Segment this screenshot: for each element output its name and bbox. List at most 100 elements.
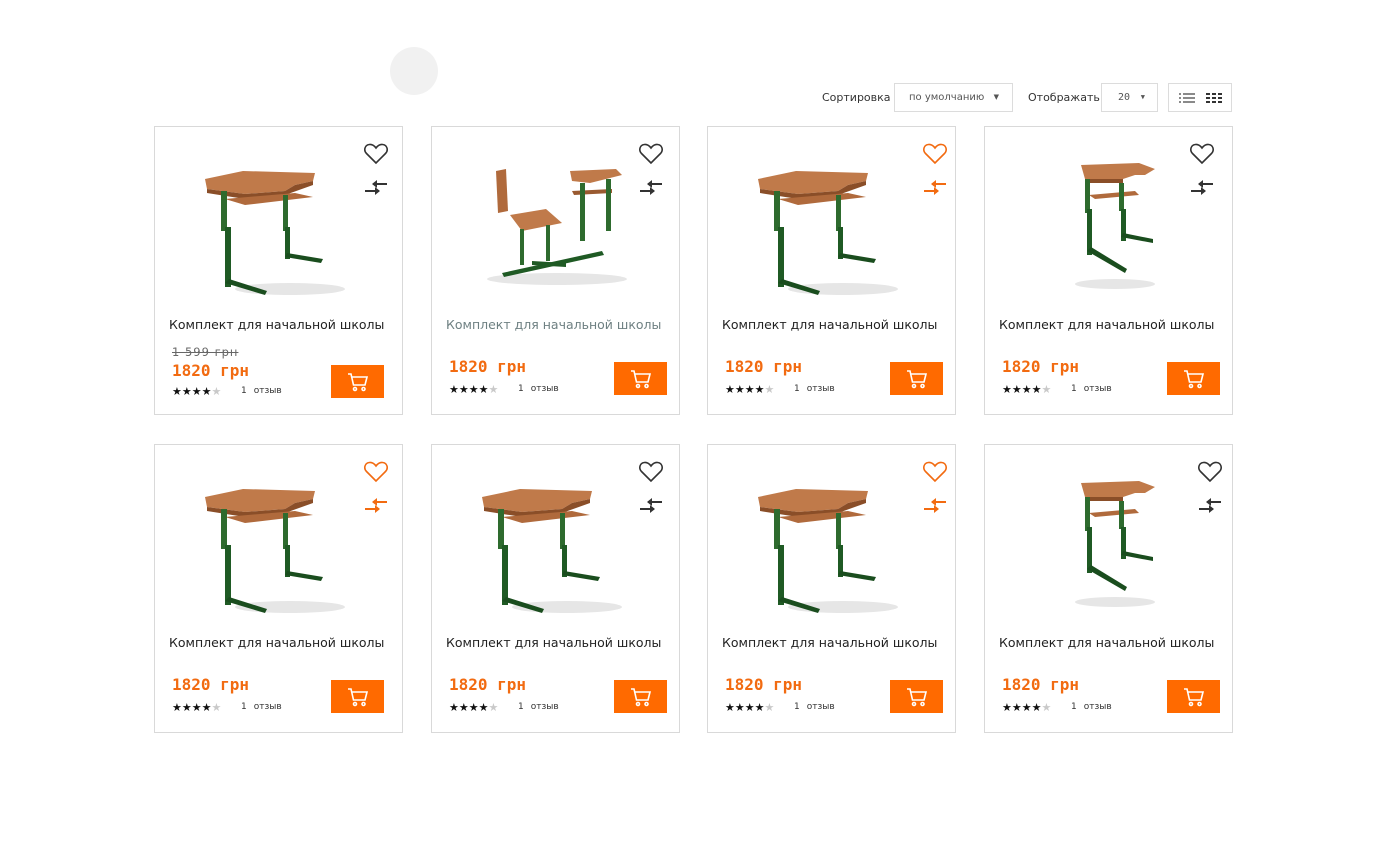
reviews-link[interactable]: 1 отзыв: [1071, 702, 1112, 712]
star-icon: ★: [172, 385, 182, 398]
star-icon: ★: [191, 385, 202, 398]
star-icon: ★: [764, 701, 775, 714]
reviews-label: отзыв: [806, 384, 835, 394]
sort-label: Сортировка: [822, 91, 891, 104]
star-icon: ★: [211, 385, 222, 398]
reviews-link[interactable]: 1 отзыв: [518, 384, 559, 394]
rating-stars: ★★★★★: [1002, 701, 1051, 714]
product-price: 1820 грн: [1002, 675, 1080, 694]
star-icon: ★: [1011, 383, 1022, 396]
product-title[interactable]: Комплект для начальной школы: [999, 317, 1214, 332]
reviews-link[interactable]: 1 отзыв: [241, 702, 282, 712]
heart-icon[interactable]: [363, 142, 389, 166]
product-image[interactable]: [185, 139, 365, 309]
rating-stars: ★★★★★: [449, 383, 498, 396]
add-to-cart-button[interactable]: [331, 365, 384, 398]
heart-icon[interactable]: [922, 142, 948, 166]
product-image[interactable]: [1015, 139, 1195, 309]
star-icon: ★: [1041, 383, 1052, 396]
product-title[interactable]: Комплект для начальной школы: [169, 635, 384, 650]
star-icon: ★: [744, 701, 755, 714]
compare-arrows-icon[interactable]: [922, 497, 948, 515]
product-price: 1820 грн: [725, 357, 803, 376]
product-card: Комплект для начальной школы 1820 грн ★★★★…: [707, 126, 956, 415]
add-to-cart-button[interactable]: [890, 362, 943, 395]
star-icon: ★: [478, 701, 489, 714]
add-to-cart-button[interactable]: [1167, 362, 1220, 395]
add-to-cart-button[interactable]: [331, 680, 384, 713]
grid-view-icon[interactable]: [1206, 93, 1222, 103]
reviews-link[interactable]: 1 отзыв: [794, 702, 835, 712]
product-image[interactable]: [462, 139, 642, 309]
star-icon: ★: [1031, 383, 1042, 396]
star-icon: ★: [754, 701, 765, 714]
cart-icon: [631, 370, 652, 389]
product-image[interactable]: [1015, 457, 1195, 627]
reviews-count: 1: [1071, 384, 1077, 394]
reviews-label: отзыв: [806, 702, 835, 712]
per-page-select[interactable]: 20 ▼: [1101, 83, 1158, 112]
compare-arrows-icon[interactable]: [1189, 179, 1215, 197]
heart-icon[interactable]: [638, 142, 664, 166]
product-image[interactable]: [738, 139, 918, 309]
heart-icon[interactable]: [363, 460, 389, 484]
add-to-cart-button[interactable]: [1167, 680, 1220, 713]
product-title[interactable]: Комплект для начальной школы: [722, 317, 937, 332]
star-icon: ★: [1021, 383, 1032, 396]
reviews-label: отзыв: [253, 386, 282, 396]
catalog-toolbar: Сортировка по умолчанию ▼ Отображать 20 …: [0, 83, 1400, 112]
add-to-cart-button[interactable]: [890, 680, 943, 713]
product-title[interactable]: Комплект для начальной школы: [169, 317, 384, 332]
product-title[interactable]: Комплект для начальной школы: [446, 635, 661, 650]
reviews-link[interactable]: 1 отзыв: [794, 384, 835, 394]
compare-arrows-icon[interactable]: [1197, 497, 1223, 515]
star-icon: ★: [725, 701, 735, 714]
sort-select[interactable]: по умолчанию ▼: [894, 83, 1013, 112]
star-icon: ★: [1002, 383, 1012, 396]
product-image[interactable]: [185, 457, 365, 627]
rating-stars: ★★★★★: [449, 701, 498, 714]
star-icon: ★: [1041, 701, 1052, 714]
star-icon: ★: [181, 385, 192, 398]
star-icon: ★: [754, 383, 765, 396]
rating-stars: ★★★★★: [1002, 383, 1051, 396]
per-page-select-value: 20: [1118, 92, 1131, 103]
list-view-icon[interactable]: [1179, 93, 1195, 103]
star-icon: ★: [1031, 701, 1042, 714]
reviews-link[interactable]: 1 отзыв: [1071, 384, 1112, 394]
star-icon: ★: [764, 383, 775, 396]
compare-arrows-icon[interactable]: [638, 497, 664, 515]
compare-arrows-icon[interactable]: [922, 179, 948, 197]
heart-icon[interactable]: [922, 460, 948, 484]
rating-stars: ★★★★★: [172, 385, 221, 398]
heart-icon[interactable]: [638, 460, 664, 484]
star-icon: ★: [734, 383, 745, 396]
compare-arrows-icon[interactable]: [363, 179, 389, 197]
cart-icon: [1184, 370, 1205, 389]
product-image[interactable]: [738, 457, 918, 627]
reviews-label: отзыв: [1083, 702, 1112, 712]
star-icon: ★: [458, 383, 469, 396]
star-icon: ★: [191, 701, 202, 714]
star-icon: ★: [744, 383, 755, 396]
add-to-cart-button[interactable]: [614, 362, 667, 395]
product-price: 1820 грн: [449, 357, 527, 376]
add-to-cart-button[interactable]: [614, 680, 667, 713]
compare-arrows-icon[interactable]: [638, 179, 664, 197]
star-icon: ★: [734, 701, 745, 714]
heart-icon[interactable]: [1189, 142, 1215, 166]
product-title[interactable]: Комплект для начальной школы: [999, 635, 1214, 650]
reviews-link[interactable]: 1 отзыв: [241, 386, 282, 396]
product-card: Комплект для начальной школы 1820 грн ★★★★…: [431, 126, 680, 415]
compare-arrows-icon[interactable]: [363, 497, 389, 515]
product-image[interactable]: [462, 457, 642, 627]
star-icon: ★: [488, 701, 499, 714]
rating-stars: ★★★★★: [725, 383, 774, 396]
reviews-link[interactable]: 1 отзыв: [518, 702, 559, 712]
view-toggle: [1168, 83, 1232, 112]
product-title[interactable]: Комплект для начальной школы: [446, 317, 661, 332]
reviews-count: 1: [241, 702, 247, 712]
heart-icon[interactable]: [1197, 460, 1223, 484]
product-title[interactable]: Комплект для начальной школы: [722, 635, 937, 650]
product-price: 1820 грн: [172, 675, 250, 694]
